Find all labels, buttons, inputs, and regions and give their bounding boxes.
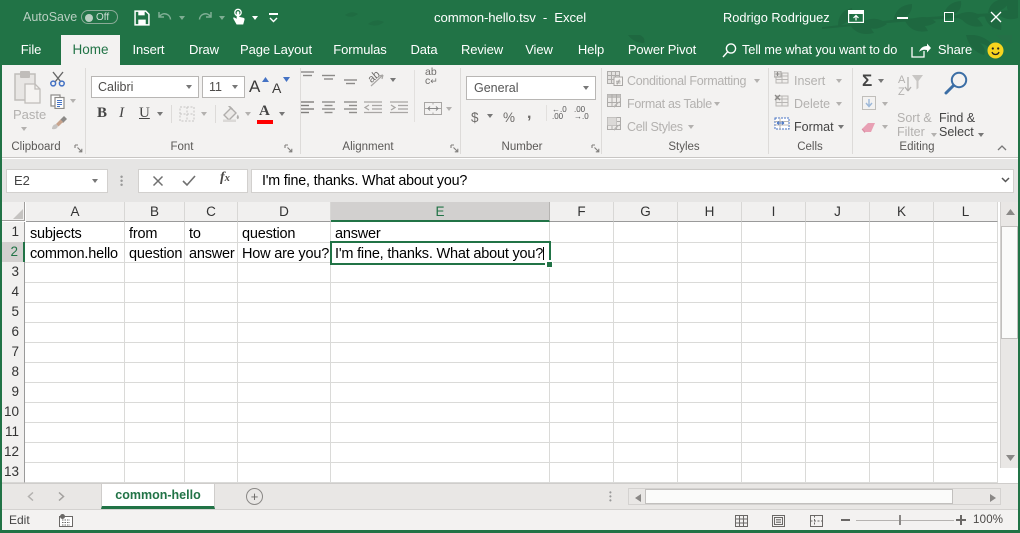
svg-text:A: A bbox=[898, 74, 906, 86]
svg-text:Z: Z bbox=[898, 86, 905, 97]
